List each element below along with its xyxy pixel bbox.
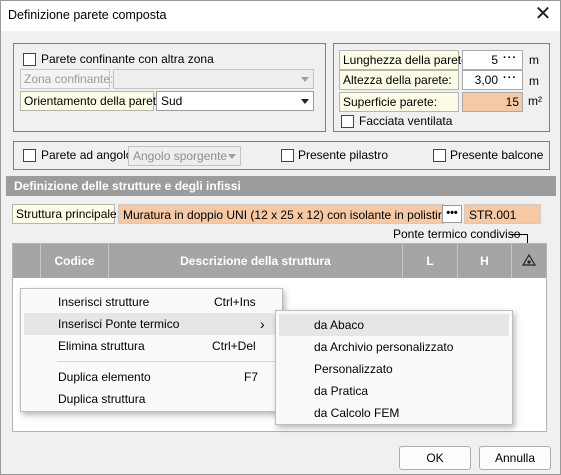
title-bar: Definizione parete composta ✕	[1, 1, 560, 31]
zona-combo[interactable]	[113, 69, 314, 89]
struttura-label: Struttura principale:	[12, 204, 120, 224]
menu-item-label: Duplica struttura	[58, 392, 146, 406]
chevron-down-icon	[301, 77, 309, 82]
col-descrizione[interactable]: Descrizione della struttura	[108, 244, 402, 278]
menu-item-duplica-elemento[interactable]: Duplica elemento F7	[21, 366, 282, 388]
more-button[interactable]: ···	[501, 53, 519, 67]
chevron-down-icon	[228, 154, 236, 159]
angolo-checkbox[interactable]	[23, 149, 36, 162]
chevron-down-icon	[301, 99, 309, 104]
ponte-termico-icon	[521, 253, 537, 266]
menu-item-label: Elimina struttura	[58, 339, 145, 353]
lunghezza-label: Lunghezza della parete:	[339, 50, 471, 70]
submenu-item-label: da Archivio personalizzato	[314, 340, 454, 354]
lunghezza-value: 5	[491, 53, 498, 67]
angolo-label: Parete ad angolo	[41, 148, 133, 162]
menu-separator	[57, 361, 279, 362]
struttura-more-button[interactable]: •••	[442, 205, 462, 223]
ok-button[interactable]: OK	[399, 446, 471, 470]
menu-item-label: Inserisci Ponte termico	[58, 317, 180, 331]
submenu-item-label: da Pratica	[314, 384, 369, 398]
menu-item-duplica-struttura[interactable]: Duplica struttura	[21, 388, 282, 410]
struttura-code: STR.001	[464, 204, 541, 224]
submenu-item-pratica[interactable]: da Pratica	[276, 380, 512, 402]
menu-item-label: Duplica elemento	[58, 370, 151, 384]
superficie-value-box: 15	[462, 92, 523, 112]
pilastro-checkbox[interactable]	[281, 149, 294, 162]
close-icon[interactable]: ✕	[529, 3, 557, 27]
ponte-termico-label: Ponte termico condiviso	[393, 227, 521, 241]
context-menu: Inserisci strutture Ctrl+Ins Inserisci P…	[20, 288, 283, 412]
section-header: Definizione delle strutture e degli infi…	[6, 176, 556, 196]
confinante-checkbox[interactable]	[23, 53, 36, 66]
col-h[interactable]: H	[457, 244, 511, 278]
altezza-value: 3,00	[474, 73, 498, 87]
orientamento-value: Sud	[161, 94, 183, 108]
facciata-label: Facciata ventilata	[359, 114, 453, 128]
menu-item-inserisci-strutture[interactable]: Inserisci strutture Ctrl+Ins	[21, 291, 282, 313]
balcone-label: Presente balcone	[450, 148, 544, 162]
lunghezza-input[interactable]: 5 ···	[462, 50, 523, 70]
angolo-combo-value: Angolo sporgente	[133, 149, 228, 163]
struttura-description: Muratura in doppio UNI (12 x 25 x 12) co…	[118, 204, 444, 224]
superficie-value: 15	[505, 95, 519, 109]
menu-item-inserisci-ponte[interactable]: Inserisci Ponte termico ›	[24, 313, 280, 335]
submenu-item-archivio[interactable]: da Archivio personalizzato	[276, 336, 512, 358]
window-title: Definizione parete composta	[8, 8, 167, 22]
balcone-checkbox[interactable]	[433, 149, 446, 162]
col-l[interactable]: L	[402, 244, 457, 278]
orientamento-label: Orientamento della parete:	[20, 91, 166, 111]
submenu-item-label: da Calcolo FEM	[314, 406, 400, 420]
zona-label: Zona confinante:	[20, 69, 113, 89]
orientamento-combo[interactable]: Sud	[156, 91, 314, 111]
submenu-item-calcolo-fem[interactable]: da Calcolo FEM	[276, 402, 512, 424]
confinante-label: Parete confinante con altra zona	[41, 52, 214, 66]
menu-item-shortcut: Ctrl+Ins	[214, 295, 256, 309]
altezza-label: Altezza della parete:	[339, 70, 459, 90]
superficie-unit: m²	[528, 94, 542, 108]
altezza-input[interactable]: 3,00 ···	[462, 70, 523, 90]
ponte-leader-line	[510, 234, 527, 235]
table-header: Codice Descrizione della struttura L H	[13, 244, 546, 278]
submenu-item-label: Personalizzato	[314, 362, 393, 376]
menu-item-shortcut: Ctrl+Del	[212, 339, 256, 353]
menu-item-shortcut: F7	[244, 370, 259, 384]
altezza-unit: m	[529, 74, 539, 88]
chevron-right-icon: ›	[260, 316, 265, 332]
more-button[interactable]: ···	[501, 73, 519, 87]
submenu-item-abaco[interactable]: da Abaco	[279, 314, 509, 336]
lunghezza-unit: m	[529, 53, 539, 67]
angolo-combo[interactable]: Angolo sporgente	[128, 146, 241, 166]
facciata-checkbox[interactable]	[341, 115, 354, 128]
submenu-ponte-termico: da Abaco da Archivio personalizzato Pers…	[275, 310, 513, 425]
submenu-item-label: da Abaco	[314, 318, 365, 332]
row-selector-header	[13, 244, 40, 278]
submenu-item-personalizzato[interactable]: Personalizzato	[276, 358, 512, 380]
menu-item-label: Inserisci strutture	[58, 295, 150, 309]
col-codice[interactable]: Codice	[40, 244, 108, 278]
menu-item-elimina-struttura[interactable]: Elimina struttura Ctrl+Del	[21, 335, 282, 357]
pilastro-label: Presente pilastro	[298, 148, 389, 162]
col-ponte[interactable]	[511, 244, 546, 278]
superficie-label: Superficie parete:	[339, 92, 459, 112]
cancel-button[interactable]: Annulla	[479, 446, 551, 470]
dialog-window: Definizione parete composta ✕ Parete con…	[0, 0, 561, 475]
